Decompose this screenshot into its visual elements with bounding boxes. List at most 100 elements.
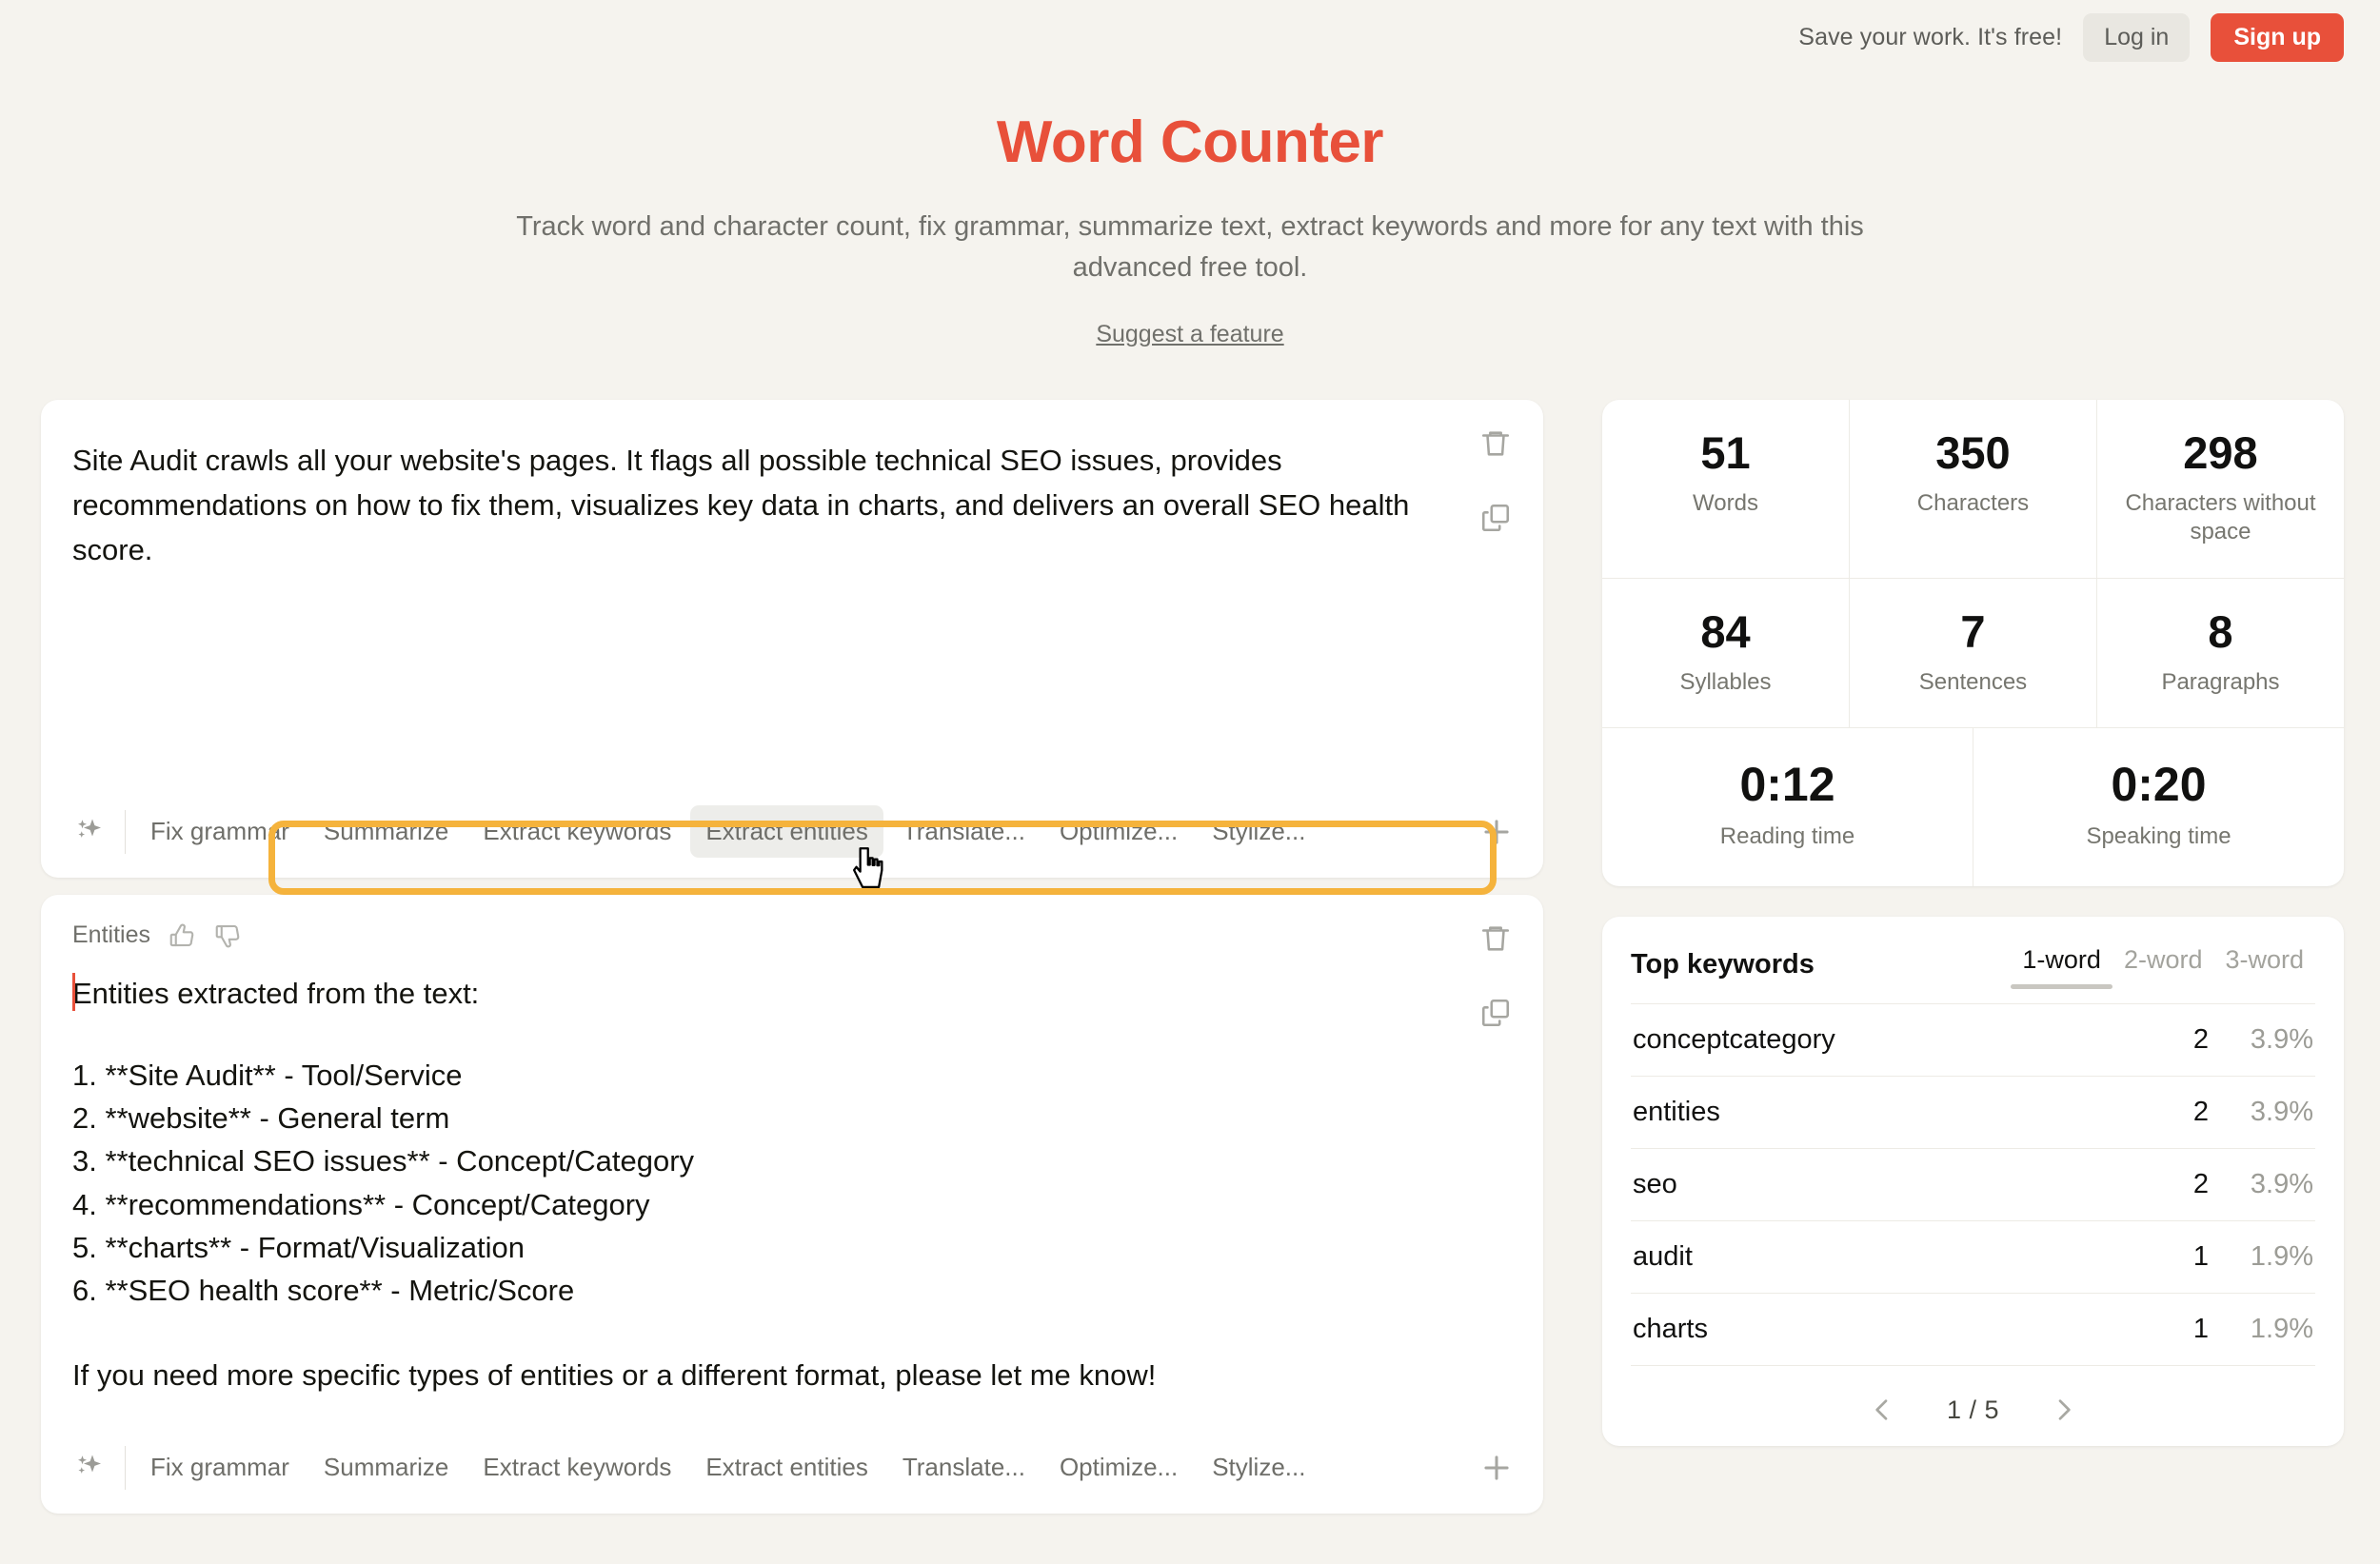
stat-value: 298 [2183, 426, 2258, 478]
input-side-actions [1477, 425, 1515, 537]
output-header: Entities [41, 895, 1543, 950]
action-extract-entities[interactable]: Extract entities [690, 1441, 883, 1494]
trash-icon[interactable] [1477, 425, 1515, 463]
text-caret [72, 972, 75, 1011]
action-stylize[interactable]: Stylize... [1197, 805, 1320, 858]
save-work-note: Save your work. It's free! [1798, 23, 2063, 50]
action-fix-grammar[interactable]: Fix grammar [135, 805, 305, 858]
suggest-a-feature-link[interactable]: Suggest a feature [1096, 321, 1283, 348]
thumbs-down-icon[interactable] [213, 921, 242, 950]
thumbs-up-icon[interactable] [168, 921, 196, 950]
stat-label: Speaking time [2086, 823, 2231, 850]
input-action-toolbar: Fix grammar Summarize Extract keywords E… [41, 786, 1543, 896]
action-optimize[interactable]: Optimize... [1044, 805, 1193, 858]
stat-label: Reading time [1719, 823, 1855, 850]
list-item: 4. **recommendations** - Concept/Categor… [72, 1187, 650, 1221]
statistics-card: 51 Words 350 Characters 298 Characters w… [1601, 399, 2344, 887]
toolbar-divider [125, 1445, 126, 1490]
action-optimize[interactable]: Optimize... [1044, 1441, 1193, 1494]
stat-label: Sentences [1918, 668, 2028, 695]
table-row: charts 1 1.9% [1630, 1294, 2315, 1367]
plus-icon[interactable] [1478, 1450, 1515, 1486]
page-title: Word Counter [996, 109, 1384, 175]
keywords-header: Top keywords 1-word 2-word 3-word [1631, 941, 2315, 1003]
list-item: 3. **technical SEO issues** - Concept/Ca… [72, 1144, 695, 1178]
stats-column: 51 Words 350 Characters 298 Characters w… [1601, 399, 2344, 1447]
stat-label: Syllables [1679, 668, 1772, 695]
plus-icon[interactable] [1478, 814, 1515, 850]
editor-column: Site Audit crawls all your website's pag… [41, 399, 1543, 1514]
output-body[interactable]: Entities extracted from the text: 1. **S… [41, 950, 1543, 1422]
log-in-button[interactable]: Log in [2083, 12, 2191, 62]
stat-value: 7 [1960, 605, 1986, 657]
stat-label: Paragraphs [2161, 668, 2280, 695]
table-row: seo 2 3.9% [1630, 1149, 2315, 1222]
main-layout: Site Audit crawls all your website's pag… [0, 348, 2380, 1514]
tab-1-word[interactable]: 1-word [2011, 941, 2112, 990]
table-row: conceptcategory 2 3.9% [1630, 1004, 2315, 1078]
output-intro: Entities extracted from the text: [72, 976, 480, 1010]
action-translate[interactable]: Translate... [887, 1441, 1041, 1494]
hero-section: Word Counter Track word and character co… [0, 74, 2380, 348]
action-fix-grammar[interactable]: Fix grammar [135, 1441, 305, 1494]
keyword-count: 1 [2192, 1241, 2209, 1273]
keyword-count: 2 [2192, 1169, 2209, 1200]
keyword-pct: 3.9% [2250, 1097, 2313, 1128]
stat-label: Characters [1916, 489, 2030, 516]
action-stylize[interactable]: Stylize... [1197, 1441, 1320, 1494]
sparkles-icon[interactable] [64, 1451, 115, 1485]
keywords-pagination: 1 / 5 [1631, 1366, 2315, 1425]
action-translate[interactable]: Translate... [887, 805, 1041, 858]
stat-value: 84 [1700, 605, 1751, 657]
stat-syllables: 84 Syllables [1602, 578, 1850, 728]
keyword-count: 2 [2192, 1097, 2209, 1128]
stat-label: Characters without space [2125, 489, 2316, 545]
action-extract-keywords[interactable]: Extract keywords [467, 1441, 686, 1494]
keyword-word: entities [1632, 1097, 1720, 1128]
list-item: 2. **website** - General term [72, 1101, 450, 1136]
chevron-right-icon[interactable] [2049, 1395, 2079, 1425]
output-action-toolbar: Fix grammar Summarize Extract keywords E… [41, 1422, 1543, 1514]
top-bar: Save your work. It's free! Log in Sign u… [0, 0, 2380, 74]
trash-icon[interactable] [1477, 920, 1515, 958]
text-input-card: Site Audit crawls all your website's pag… [41, 399, 1543, 896]
sign-up-button[interactable]: Sign up [2211, 12, 2344, 62]
stat-characters-without-space: 298 Characters without space [2097, 400, 2344, 578]
action-extract-entities[interactable]: Extract entities [690, 805, 883, 859]
keyword-pct: 1.9% [2250, 1241, 2313, 1273]
toolbar-actions-group: Fix grammar Summarize Extract keywords E… [135, 1441, 1478, 1494]
list-item: 1. **Site Audit** - Tool/Service [72, 1058, 463, 1092]
keyword-pct: 3.9% [2250, 1024, 2313, 1056]
keywords-title: Top keywords [1630, 949, 1815, 980]
output-footer-text: If you need more specific types of entit… [72, 1358, 1157, 1393]
tab-2-word[interactable]: 2-word [2112, 941, 2214, 988]
stats-row-times: 0:12 Reading time 0:20 Speaking time [1602, 728, 2344, 887]
sparkles-icon[interactable] [64, 815, 115, 849]
table-row: entities 2 3.9% [1630, 1077, 2315, 1150]
stat-reading-time: 0:12 Reading time [1602, 728, 1973, 887]
entities-output-card: Entities Entities extracted from the tex… [41, 894, 1543, 1514]
toolbar-actions-group: Fix grammar Summarize Extract keywords E… [135, 805, 1497, 896]
stat-paragraphs: 8 Paragraphs [2097, 579, 2344, 727]
keyword-pct: 3.9% [2250, 1169, 2313, 1200]
top-keywords-card: Top keywords 1-word 2-word 3-word concep… [1601, 917, 2344, 1447]
stat-value: 0:20 [2111, 758, 2207, 812]
input-text: Site Audit crawls all your website's pag… [72, 443, 1410, 567]
stat-value: 0:12 [1739, 758, 1835, 812]
stat-value: 8 [2208, 605, 2233, 657]
chevron-left-icon[interactable] [1867, 1395, 1897, 1425]
copy-icon[interactable] [1477, 499, 1515, 537]
action-summarize[interactable]: Summarize [308, 1441, 464, 1494]
action-extract-keywords[interactable]: Extract keywords [467, 805, 686, 858]
keyword-pct: 1.9% [2250, 1314, 2313, 1345]
output-label: Entities [72, 921, 150, 949]
action-summarize[interactable]: Summarize [308, 805, 464, 858]
stat-value: 51 [1700, 426, 1751, 478]
keyword-word: seo [1632, 1169, 1677, 1200]
text-input-area[interactable]: Site Audit crawls all your website's pag… [41, 400, 1543, 786]
stat-label: Words [1693, 489, 1758, 516]
page-subtitle: Track word and character count, fix gram… [516, 211, 1864, 283]
keyword-word: charts [1632, 1314, 1708, 1345]
tab-3-word[interactable]: 3-word [2213, 941, 2315, 988]
copy-icon[interactable] [1477, 994, 1515, 1032]
